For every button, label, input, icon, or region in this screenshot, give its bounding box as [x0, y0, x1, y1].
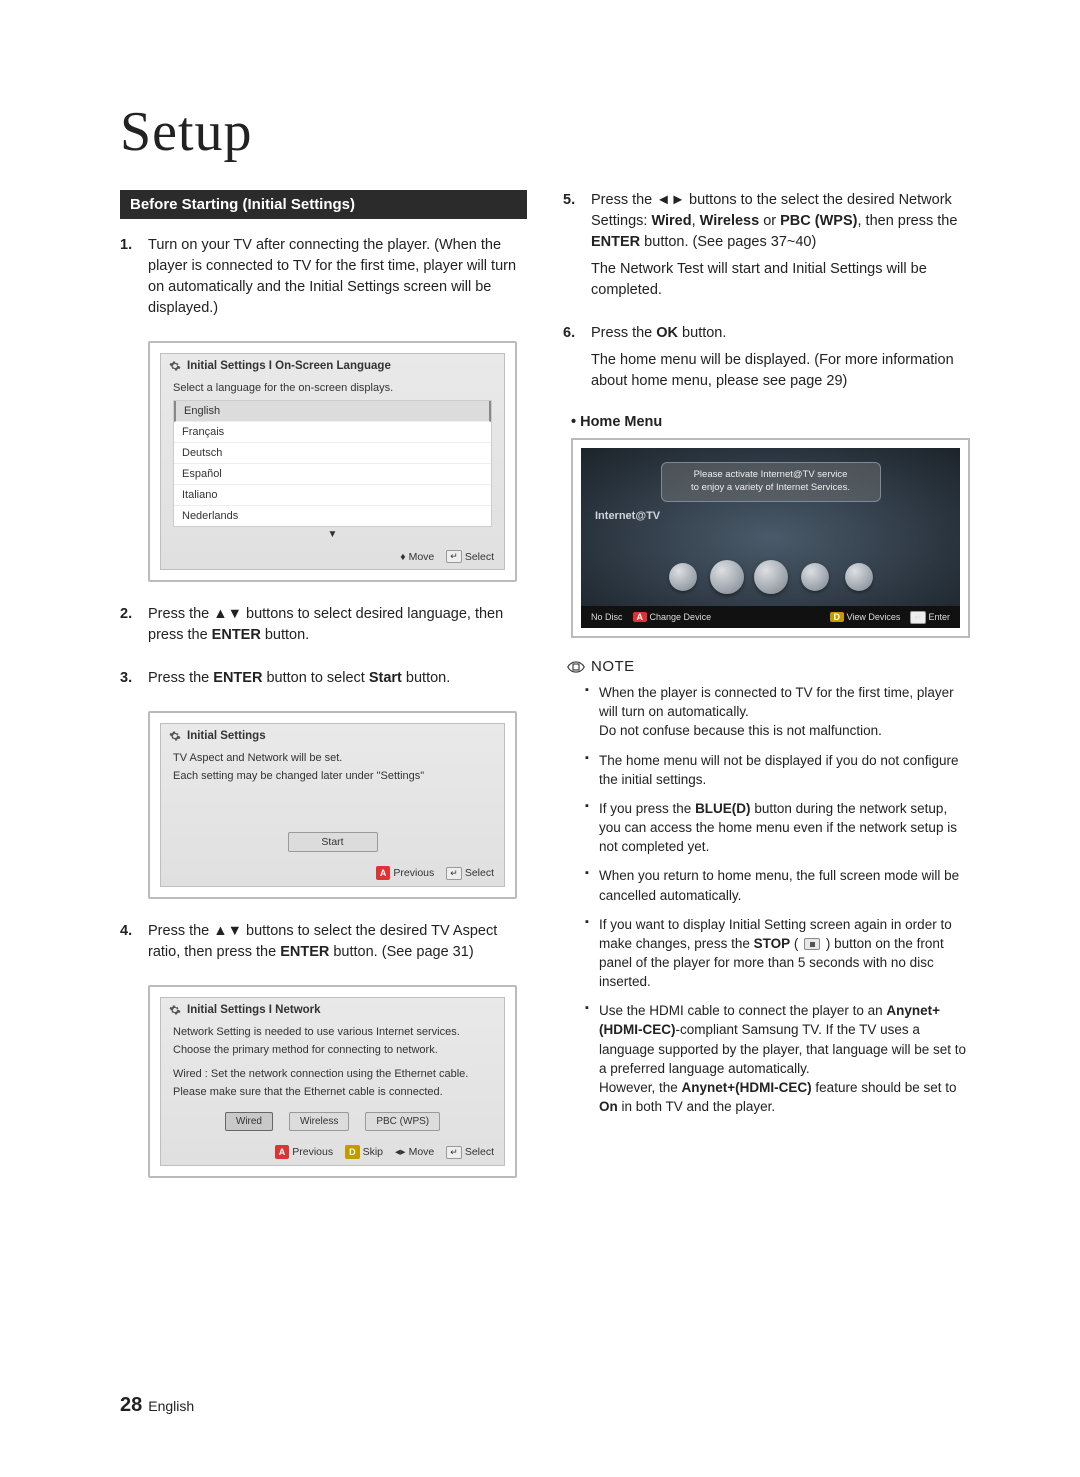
panel-instruction: Select a language for the on-screen disp…: [173, 382, 492, 394]
note-item: When the player is connected to TV for t…: [585, 683, 970, 740]
step-3: 3. Press the ENTER button to select Star…: [120, 668, 527, 695]
lang-item-english[interactable]: English: [174, 401, 491, 422]
panel-line: TV Aspect and Network will be set.: [173, 752, 492, 764]
step-4: 4. Press the ▲▼ buttons to select the de…: [120, 921, 527, 969]
home-menu-screenshot: Please activate Internet@TV service to e…: [571, 438, 970, 638]
step-number: 2.: [120, 604, 148, 652]
lang-item-deutsch[interactable]: Deutsch: [174, 443, 491, 464]
step-6: 6. Press the OK button. The home menu wi…: [563, 323, 970, 398]
step-number: 3.: [120, 668, 148, 695]
hint-select: ↵ Select: [446, 867, 494, 880]
panel-initial: Initial Settings TV Aspect and Network w…: [148, 711, 517, 899]
hub-icon[interactable]: [669, 563, 697, 591]
lang-item-italiano[interactable]: Italiano: [174, 485, 491, 506]
scroll-down-icon[interactable]: ▼: [173, 527, 492, 542]
step-text: Press the ▲▼ buttons to select desired l…: [148, 604, 527, 646]
section-heading: Before Starting (Initial Settings): [120, 190, 527, 219]
hint-enter: ↵ Enter: [910, 611, 950, 624]
hub-icon[interactable]: [754, 560, 788, 594]
step-text: Turn on your TV after connecting the pla…: [148, 235, 527, 319]
hint-view-devices: D View Devices: [830, 610, 901, 624]
step-number: 6.: [563, 323, 591, 398]
stop-icon: [804, 938, 820, 950]
step-number: 1.: [120, 235, 148, 325]
step-text: The home menu will be displayed. (For mo…: [591, 350, 970, 392]
hint-select: ↵ Select: [446, 550, 494, 563]
hint-skip: D Skip: [345, 1145, 383, 1159]
start-button[interactable]: Start: [288, 832, 378, 852]
network-pbc-button[interactable]: PBC (WPS): [365, 1112, 440, 1131]
panel-line: Wired : Set the network connection using…: [173, 1068, 492, 1080]
panel-line: Please make sure that the Ethernet cable…: [173, 1086, 492, 1098]
step-text: The Network Test will start and Initial …: [591, 259, 970, 301]
panel-line: Network Setting is needed to use various…: [173, 1026, 492, 1038]
step-text: Press the ▲▼ buttons to select the desir…: [148, 921, 527, 963]
note-item: When you return to home menu, the full s…: [585, 866, 970, 904]
panel-title-text: Initial Settings I On-Screen Language: [187, 360, 391, 372]
hub-icon[interactable]: [801, 563, 829, 591]
step-1: 1. Turn on your TV after connecting the …: [120, 235, 527, 325]
left-column: Before Starting (Initial Settings) 1. Tu…: [120, 190, 527, 1200]
note-item: Use the HDMI cable to connect the player…: [585, 1001, 970, 1116]
page-footer: 28 English: [120, 1394, 194, 1417]
note-heading: NOTE: [567, 658, 970, 675]
note-icon: [567, 660, 585, 674]
note-item: If you want to display Initial Setting s…: [585, 915, 970, 992]
step-text: Press the ◄► buttons to the select the d…: [591, 190, 970, 253]
hub-icon[interactable]: [845, 563, 873, 591]
home-menu-label: Internet@TV: [595, 510, 660, 522]
page-title: Setup: [120, 100, 970, 164]
hint-previous: A Previous: [275, 1145, 333, 1159]
step-number: 5.: [563, 190, 591, 307]
note-item: The home menu will not be displayed if y…: [585, 751, 970, 789]
step-5: 5. Press the ◄► buttons to the select th…: [563, 190, 970, 307]
lang-item-espanol[interactable]: Español: [174, 464, 491, 485]
hint-select: ↵ Select: [446, 1146, 494, 1159]
panel-title-text: Initial Settings: [187, 730, 266, 742]
status-no-disc: No Disc: [591, 612, 623, 622]
page-number: 28: [120, 1394, 142, 1416]
lang-item-nederlands[interactable]: Nederlands: [174, 506, 491, 526]
panel-line: Each setting may be changed later under …: [173, 770, 492, 782]
lang-item-francais[interactable]: Français: [174, 422, 491, 443]
gear-icon: [169, 730, 181, 742]
network-wireless-button[interactable]: Wireless: [289, 1112, 349, 1131]
hint-previous: A Previous: [376, 866, 434, 880]
gear-icon: [169, 1004, 181, 1016]
step-text: Press the ENTER button to select Start b…: [148, 668, 527, 689]
hint-move: ♦ Move: [400, 551, 434, 563]
step-number: 4.: [120, 921, 148, 969]
step-2: 2. Press the ▲▼ buttons to select desire…: [120, 604, 527, 652]
panel-language: Initial Settings I On-Screen Language Se…: [148, 341, 517, 582]
panel-network: Initial Settings I Network Network Setti…: [148, 985, 517, 1178]
home-menu-bubble: Please activate Internet@TV service to e…: [661, 462, 881, 502]
home-menu-icons: [581, 560, 960, 594]
right-column: 5. Press the ◄► buttons to the select th…: [563, 190, 970, 1200]
page-lang: English: [148, 1398, 194, 1414]
hub-icon[interactable]: [710, 560, 744, 594]
language-list[interactable]: English Français Deutsch Español Italian…: [173, 400, 492, 527]
panel-title-text: Initial Settings I Network: [187, 1004, 321, 1016]
gear-icon: [169, 360, 181, 372]
note-item: If you press the BLUE(D) button during t…: [585, 799, 970, 856]
panel-line: Choose the primary method for connecting…: [173, 1044, 492, 1056]
hint-move: ◂▸ Move: [395, 1146, 434, 1158]
step-text: Press the OK button.: [591, 323, 970, 344]
hint-change-device: A Change Device: [633, 610, 712, 624]
home-menu-heading: • Home Menu: [571, 414, 970, 430]
network-wired-button[interactable]: Wired: [225, 1112, 273, 1131]
